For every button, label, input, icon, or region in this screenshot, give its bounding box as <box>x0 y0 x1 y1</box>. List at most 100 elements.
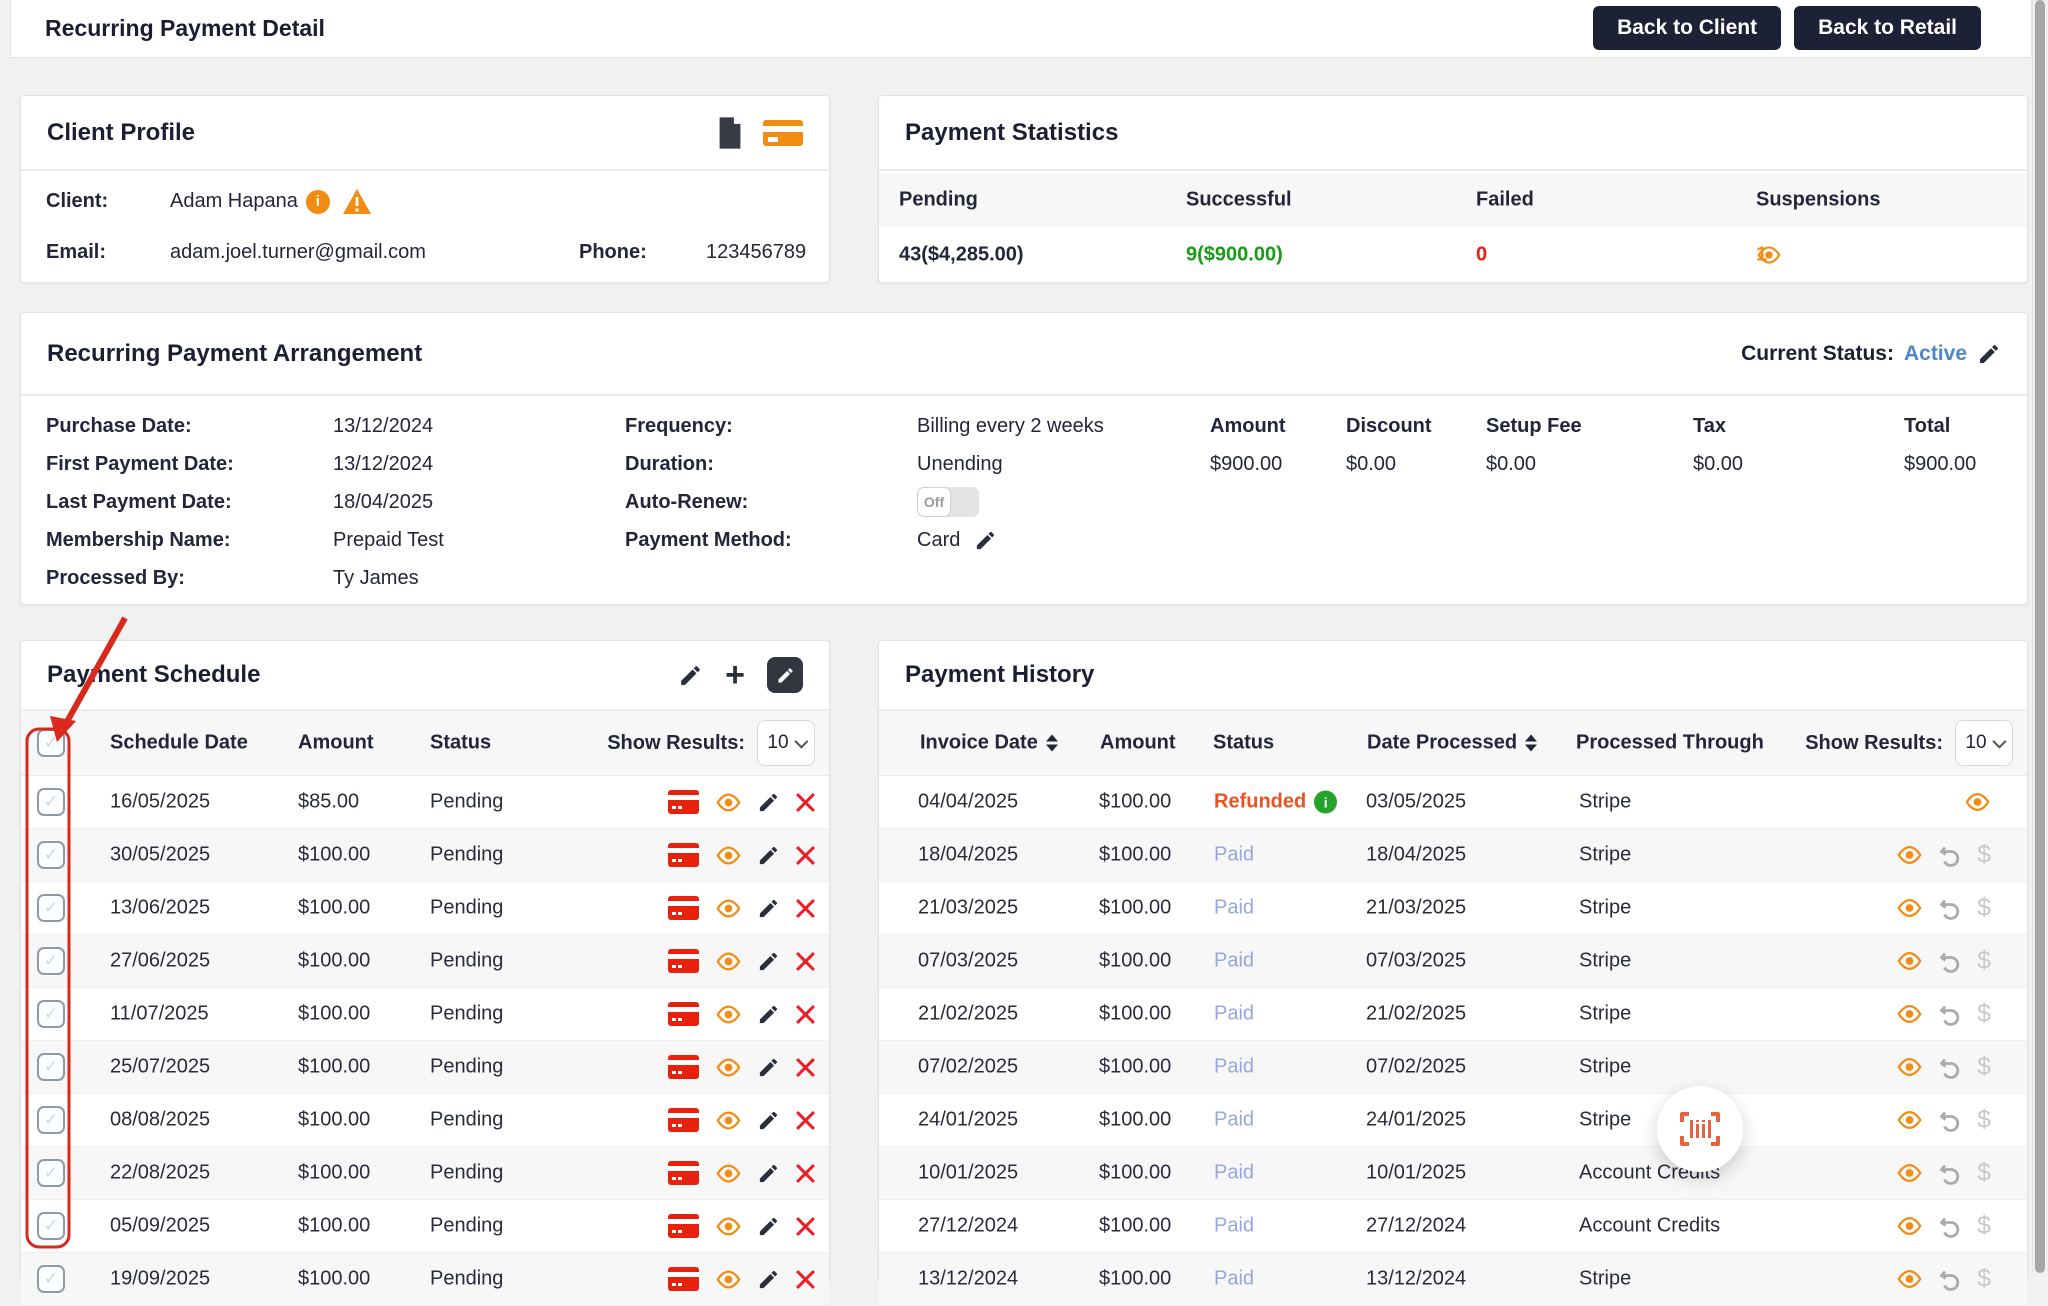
pencil-icon[interactable] <box>757 791 780 814</box>
pencil-icon[interactable] <box>757 897 780 920</box>
refund-undo-icon[interactable] <box>1938 1161 1962 1185</box>
refund-undo-icon[interactable] <box>1938 949 1962 973</box>
row-checkbox[interactable] <box>37 1159 65 1187</box>
eye-icon[interactable] <box>1896 951 1923 972</box>
eye-icon[interactable] <box>1896 845 1923 866</box>
eye-icon[interactable] <box>715 1057 742 1078</box>
invoice-date-column-header[interactable]: Invoice Date <box>920 732 1058 755</box>
document-icon[interactable] <box>717 117 743 149</box>
eye-icon[interactable] <box>715 951 742 972</box>
show-results-select[interactable]: 10 <box>1955 720 2013 766</box>
warning-icon[interactable] <box>342 188 372 215</box>
delete-x-icon[interactable] <box>795 1004 816 1025</box>
dollar-icon[interactable]: $ <box>1977 1212 1991 1241</box>
eye-icon[interactable] <box>715 1269 742 1290</box>
row-checkbox[interactable] <box>37 1265 65 1293</box>
refund-info-icon[interactable]: i <box>1314 791 1337 814</box>
eye-icon[interactable] <box>715 1163 742 1184</box>
eye-icon[interactable] <box>1896 1163 1923 1184</box>
charge-card-icon[interactable] <box>667 1266 700 1292</box>
charge-card-icon[interactable] <box>667 789 700 815</box>
eye-icon[interactable] <box>1896 1057 1923 1078</box>
row-checkbox[interactable] <box>37 788 65 816</box>
back-to-retail-button[interactable]: Back to Retail <box>1794 6 1981 50</box>
pencil-icon[interactable] <box>757 1162 780 1185</box>
vertical-scrollbar[interactable] <box>2032 0 2048 1273</box>
sort-icon[interactable] <box>1525 735 1537 752</box>
row-checkbox[interactable] <box>37 1106 65 1134</box>
delete-x-icon[interactable] <box>795 792 816 813</box>
credit-card-icon[interactable] <box>763 118 803 148</box>
pencil-icon[interactable] <box>757 1109 780 1132</box>
delete-x-icon[interactable] <box>795 898 816 919</box>
eye-icon[interactable] <box>1896 1269 1923 1290</box>
delete-x-icon[interactable] <box>795 1163 816 1184</box>
charge-card-icon[interactable] <box>667 1001 700 1027</box>
barcode-scan-button[interactable] <box>1657 1086 1743 1172</box>
pencil-icon[interactable] <box>757 1215 780 1238</box>
refund-undo-icon[interactable] <box>1938 1108 1962 1132</box>
dollar-icon[interactable]: $ <box>1977 1265 1991 1294</box>
row-checkbox[interactable] <box>37 1000 65 1028</box>
eye-icon[interactable] <box>715 1216 742 1237</box>
pencil-icon[interactable] <box>757 1268 780 1291</box>
delete-x-icon[interactable] <box>795 1057 816 1078</box>
dollar-icon[interactable]: $ <box>1977 947 1991 976</box>
pencil-icon[interactable] <box>757 844 780 867</box>
eye-icon[interactable] <box>715 1004 742 1025</box>
refund-undo-icon[interactable] <box>1938 843 1962 867</box>
select-all-checkbox[interactable] <box>37 729 65 757</box>
pencil-icon[interactable] <box>757 950 780 973</box>
delete-x-icon[interactable] <box>795 1110 816 1131</box>
eye-icon[interactable] <box>1896 1216 1923 1237</box>
show-results-select[interactable]: 10 <box>757 720 815 766</box>
dollar-icon[interactable]: $ <box>1977 841 1991 870</box>
pencil-icon[interactable] <box>757 1003 780 1026</box>
sort-icon[interactable] <box>1046 735 1058 752</box>
pencil-icon[interactable] <box>757 1056 780 1079</box>
edit-status-pencil-icon[interactable] <box>1977 342 2001 366</box>
dollar-icon[interactable]: $ <box>1977 1053 1991 1082</box>
refund-undo-icon[interactable] <box>1938 1055 1962 1079</box>
refund-undo-icon[interactable] <box>1938 1002 1962 1026</box>
edit-payment-method-pencil-icon[interactable] <box>974 529 997 552</box>
refund-undo-icon[interactable] <box>1938 896 1962 920</box>
row-checkbox[interactable] <box>37 947 65 975</box>
row-checkbox[interactable] <box>37 841 65 869</box>
scrollbar-thumb[interactable] <box>2035 0 2045 1273</box>
eye-icon[interactable] <box>1896 898 1923 919</box>
dollar-icon[interactable]: $ <box>1977 1000 1991 1029</box>
charge-card-icon[interactable] <box>667 948 700 974</box>
row-checkbox[interactable] <box>37 1212 65 1240</box>
charge-card-icon[interactable] <box>667 1213 700 1239</box>
row-checkbox[interactable] <box>37 1053 65 1081</box>
edit-square-icon[interactable] <box>767 657 803 693</box>
eye-icon[interactable] <box>1964 792 1991 813</box>
delete-x-icon[interactable] <box>795 1269 816 1290</box>
dollar-icon[interactable]: $ <box>1977 1106 1991 1135</box>
charge-card-icon[interactable] <box>667 1160 700 1186</box>
charge-card-icon[interactable] <box>667 1107 700 1133</box>
refund-undo-icon[interactable] <box>1938 1267 1962 1291</box>
date-processed-column-header[interactable]: Date Processed <box>1367 732 1537 755</box>
charge-card-icon[interactable] <box>667 1054 700 1080</box>
dollar-icon[interactable]: $ <box>1977 894 1991 923</box>
delete-x-icon[interactable] <box>795 951 816 972</box>
eye-icon[interactable] <box>1756 245 1782 265</box>
dollar-icon[interactable]: $ <box>1977 1159 1991 1188</box>
pencil-icon[interactable] <box>678 663 703 688</box>
delete-x-icon[interactable] <box>795 1216 816 1237</box>
auto-renew-toggle[interactable]: Off <box>917 487 979 517</box>
info-icon[interactable]: i <box>306 190 330 214</box>
delete-x-icon[interactable] <box>795 845 816 866</box>
plus-icon[interactable]: + <box>725 658 745 692</box>
eye-icon[interactable] <box>715 1110 742 1131</box>
eye-icon[interactable] <box>715 792 742 813</box>
row-checkbox[interactable] <box>37 894 65 922</box>
eye-icon[interactable] <box>715 845 742 866</box>
back-to-client-button[interactable]: Back to Client <box>1593 6 1781 50</box>
refund-undo-icon[interactable] <box>1938 1214 1962 1238</box>
charge-card-icon[interactable] <box>667 895 700 921</box>
charge-card-icon[interactable] <box>667 842 700 868</box>
eye-icon[interactable] <box>715 898 742 919</box>
